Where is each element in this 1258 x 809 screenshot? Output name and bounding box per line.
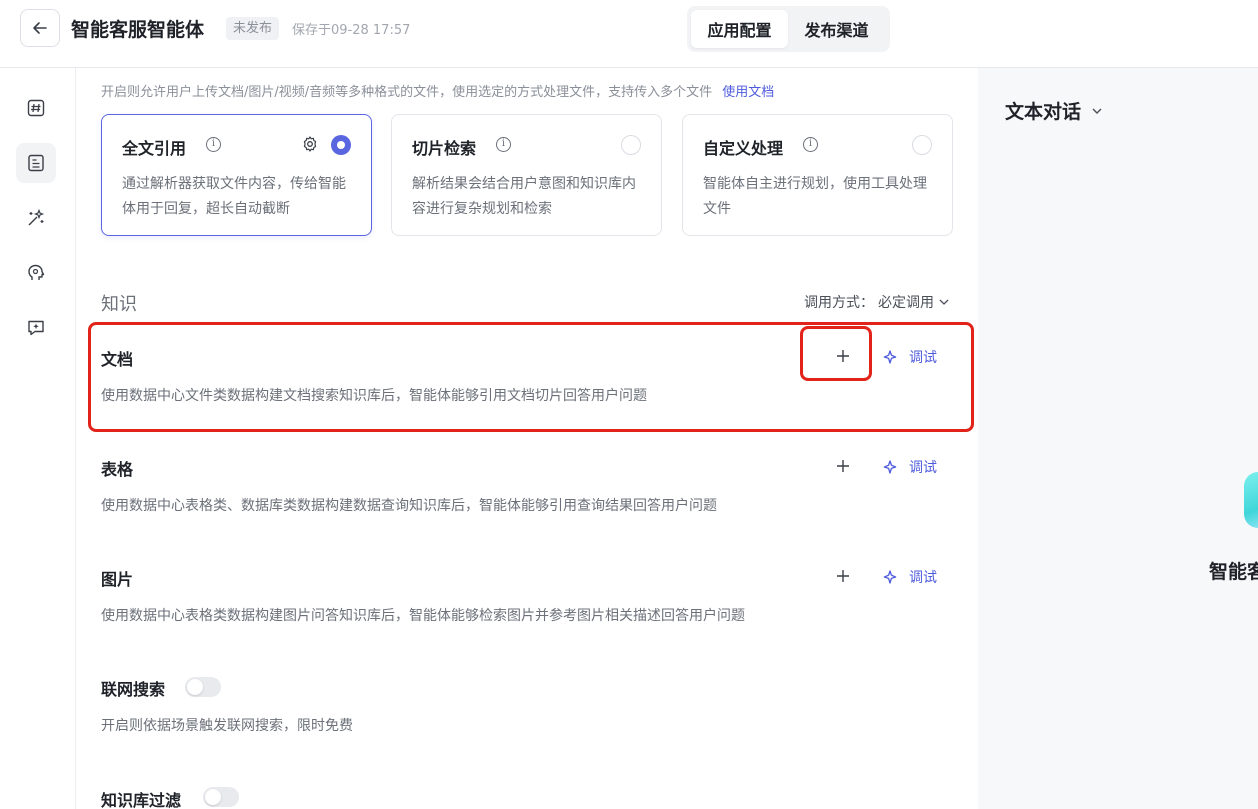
preview-mode-dropdown[interactable]: 文本对话 <box>1005 97 1103 124</box>
invoke-mode-label: 调用方式： <box>804 295 874 311</box>
option-description: 智能体自主进行规划，使用工具处理文件 <box>703 176 927 217</box>
tab-app-config[interactable]: 应用配置 <box>691 10 788 48</box>
magic-wand-icon <box>28 208 45 226</box>
nav-item-memory[interactable] <box>16 253 56 293</box>
usage-doc-link[interactable]: 使用文档 <box>722 85 774 100</box>
knowledge-item-description: 使用数据中心表格类、数据库类数据构建数据查询知识库后，智能体能够引用查询结果回答… <box>101 498 717 514</box>
kb-filter-title: 知识库过滤 <box>101 791 182 809</box>
add-table-button[interactable] <box>832 455 854 477</box>
chevron-down-icon <box>1092 108 1102 114</box>
agent-avatar <box>1244 472 1258 528</box>
chevron-down-icon <box>939 299 949 305</box>
option-radio[interactable] <box>621 135 641 155</box>
arrow-left-icon <box>33 22 47 34</box>
debug-label: 调试 <box>909 460 937 476</box>
option-radio-selected[interactable] <box>331 135 351 155</box>
option-radio[interactable] <box>912 135 932 155</box>
option-card-full-text[interactable]: 全文引用 i 通过解析器获取文件内容，传给智能体用于回复，超长自动截断 <box>101 114 372 236</box>
debug-image-button[interactable]: 调试 <box>883 567 937 587</box>
top-header: 智能客服智能体 未发布 保存于09-28 17:57 应用配置 发布渠道 <box>0 0 1258 68</box>
add-image-button[interactable] <box>832 565 854 587</box>
chat-bubble-sparkle-icon <box>28 320 44 336</box>
invoke-mode-value: 必定调用 <box>878 295 934 311</box>
option-card-slice-retrieval[interactable]: 切片检索 i 解析结果会结合用户意图和知识库内容进行复杂规划和检索 <box>391 114 662 236</box>
app-title: 智能客服智能体 <box>71 19 205 41</box>
file-upload-description: 开启则允许用户上传文档/图片/视频/音频等多种格式的文件，使用选定的方式处理文件… <box>101 85 713 100</box>
back-button[interactable] <box>20 9 60 47</box>
web-search-description: 开启则依据场景触发联网搜索，限时免费 <box>101 718 353 734</box>
option-description: 通过解析器获取文件内容，传给智能体用于回复，超长自动截断 <box>122 176 346 217</box>
saved-timestamp: 保存于09-28 17:57 <box>292 23 411 38</box>
web-search-title: 联网搜索 <box>101 680 166 699</box>
knowledge-item-title: 图片 <box>101 570 134 589</box>
knowledge-item-title: 表格 <box>101 460 134 479</box>
status-badge: 未发布 <box>226 17 280 40</box>
agent-name: 智能客 <box>1209 561 1258 583</box>
tab-publish-channels[interactable]: 发布渠道 <box>788 10 885 48</box>
knowledge-item-description: 使用数据中心表格类数据构建图片问答知识库后，智能体能够检索图片并参考图片相关描述… <box>101 608 745 624</box>
sparkle-icon <box>883 460 897 474</box>
info-icon[interactable]: i <box>803 137 818 152</box>
info-icon[interactable]: i <box>496 137 511 152</box>
document-icon <box>28 154 44 172</box>
plus-icon <box>837 570 849 582</box>
file-upload-intro: 开启则允许用户上传文档/图片/视频/音频等多种格式的文件，使用选定的方式处理文件… <box>101 81 774 100</box>
option-title: 全文引用 <box>122 139 187 158</box>
debug-label: 调试 <box>909 570 937 586</box>
option-description: 解析结果会结合用户意图和知识库内容进行复杂规划和检索 <box>412 176 636 217</box>
info-icon[interactable]: i <box>206 137 221 152</box>
gear-icon[interactable] <box>301 135 319 153</box>
preview-panel: 文本对话 智能客 <box>978 68 1258 809</box>
nav-item-variables[interactable] <box>16 88 56 128</box>
option-title: 自定义处理 <box>703 139 784 158</box>
config-panel: 开启则允许用户上传文档/图片/视频/音频等多种格式的文件，使用选定的方式处理文件… <box>76 68 978 809</box>
plus-icon <box>837 460 849 472</box>
brain-head-icon <box>28 264 45 280</box>
nav-item-skills[interactable] <box>16 198 56 238</box>
debug-table-button[interactable]: 调试 <box>883 457 937 477</box>
hash-icon <box>27 99 45 117</box>
highlight-add-button-annotation <box>800 326 872 381</box>
nav-item-knowledge[interactable] <box>16 143 56 183</box>
web-search-toggle[interactable] <box>185 677 221 697</box>
knowledge-section-title: 知识 <box>101 294 137 315</box>
option-title: 切片检索 <box>412 139 477 158</box>
invoke-mode-dropdown[interactable]: 调用方式： 必定调用 <box>804 292 950 312</box>
option-card-custom[interactable]: 自定义处理 i 智能体自主进行规划，使用工具处理文件 <box>682 114 953 236</box>
kb-filter-toggle[interactable] <box>203 787 239 807</box>
config-tab-switch: 应用配置 发布渠道 <box>687 6 890 52</box>
sparkle-icon <box>883 570 897 584</box>
preview-mode-label: 文本对话 <box>1005 101 1082 123</box>
nav-item-dialog[interactable] <box>16 308 56 348</box>
left-sidebar <box>0 68 76 809</box>
